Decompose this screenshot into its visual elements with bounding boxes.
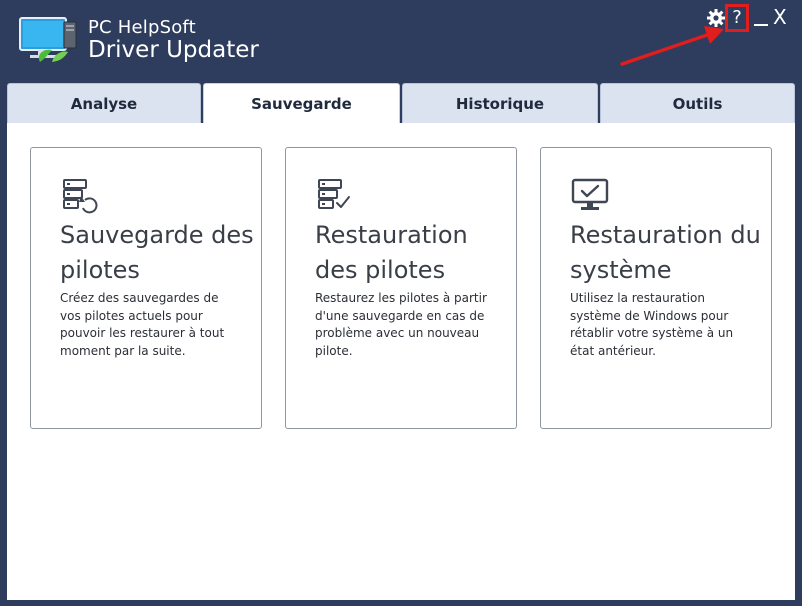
backup-server-icon [63, 179, 98, 214]
card-description: Créez des sauvegardes de vos pilotes act… [60, 291, 225, 358]
card-title: Restauration du système [570, 221, 761, 284]
tab-historique[interactable]: Historique [402, 83, 598, 123]
tab-analyse[interactable]: Analyse [7, 83, 201, 123]
app-logo-icon [19, 17, 77, 62]
card-title: Sauvegarde des pilotes [60, 221, 254, 284]
tab-sauvegarde[interactable]: Sauvegarde [203, 83, 400, 124]
app-window: PC HelpSoft Driver Updater ? X Analyse S… [0, 0, 802, 606]
tab-bar: Analyse Sauvegarde Historique Outils [7, 83, 795, 124]
tab-outils[interactable]: Outils [600, 83, 795, 123]
card-description: Restaurez les pilotes à partir d'une sau… [315, 291, 487, 358]
backup-drivers-card[interactable]: Sauvegarde des pilotes Créez des sauvega… [30, 147, 262, 429]
restore-server-icon [318, 179, 350, 209]
minimize-icon[interactable] [754, 8, 768, 28]
brand-product-name: Driver Updater [88, 37, 259, 63]
system-restore-card[interactable]: Restauration du système Utilisez la rest… [540, 147, 772, 429]
red-arrow-annotation-icon [620, 26, 724, 66]
close-button[interactable]: X [773, 5, 787, 29]
tab-content-panel: Sauvegarde des pilotes Créez des sauvega… [7, 123, 795, 600]
monitor-check-icon [571, 178, 609, 210]
restore-drivers-card[interactable]: Restauration des pilotes Restaurez les p… [285, 147, 517, 429]
card-title: Restauration des pilotes [315, 221, 468, 284]
card-description: Utilisez la restauration système de Wind… [570, 291, 734, 358]
brand-company-name: PC HelpSoft [88, 17, 196, 38]
